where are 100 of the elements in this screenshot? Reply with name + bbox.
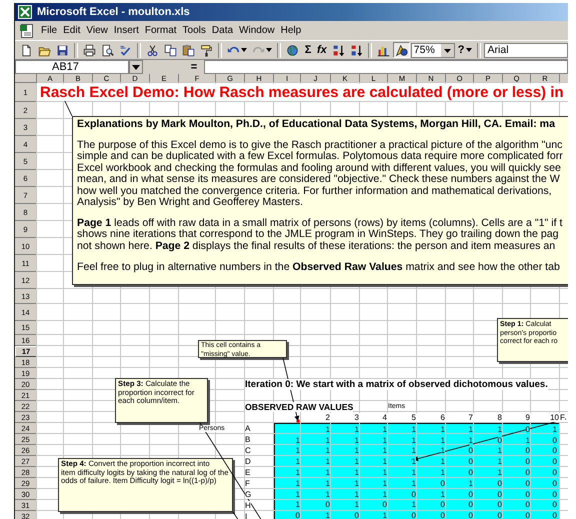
matrix-value[interactable]: 1 (326, 490, 330, 499)
matrix-value[interactable]: 1 (382, 468, 387, 477)
matrix-value[interactable]: 1 (440, 457, 445, 466)
matrix-value[interactable]: 0 (468, 468, 473, 477)
matrix-value[interactable]: 0 (552, 468, 557, 477)
menu-item[interactable]: File (38, 23, 60, 38)
matrix-value[interactable]: 1 (354, 500, 359, 510)
matrix-value[interactable]: 1 (382, 457, 387, 466)
equals-sign[interactable]: = (187, 60, 201, 74)
menu-item[interactable]: Insert (110, 23, 142, 38)
select-all-corner[interactable] (15, 74, 37, 83)
matrix-value[interactable]: 1 (296, 490, 300, 499)
matrix-value[interactable]: 0 (440, 500, 445, 510)
matrix-value[interactable]: 1 (498, 424, 502, 434)
matrix-value[interactable]: 1 (412, 468, 416, 477)
menu-item[interactable]: View (83, 23, 111, 38)
matrix-value[interactable]: 0 (526, 446, 530, 456)
matrix-value[interactable]: 1 (326, 511, 330, 519)
matrix-value[interactable]: 0 (326, 500, 330, 510)
matrix-value[interactable]: 1 (526, 436, 530, 445)
menu-item[interactable]: Format (142, 23, 180, 38)
matrix-value[interactable]: 1 (296, 436, 300, 445)
matrix-value[interactable]: 0 (468, 490, 473, 499)
matrix-value[interactable]: 0 (468, 500, 473, 510)
workbook-icon[interactable] (19, 22, 35, 38)
print-button[interactable] (81, 42, 98, 58)
matrix-value[interactable]: 1 (382, 436, 387, 445)
matrix-value[interactable]: 1 (468, 478, 473, 488)
matrix-value[interactable]: 1 (326, 457, 330, 466)
matrix-value[interactable]: 1 (412, 446, 416, 456)
matrix-value[interactable]: 1 (412, 457, 416, 466)
matrix-value[interactable]: 1 (326, 436, 330, 445)
matrix-value[interactable]: 1 (354, 457, 359, 466)
menu-item[interactable]: Help (278, 23, 304, 38)
matrix-value[interactable]: 1 (498, 446, 502, 456)
matrix-value[interactable]: 1 (382, 490, 387, 499)
matrix-value[interactable]: 1 (412, 500, 416, 510)
matrix-value[interactable]: 0 (552, 478, 557, 488)
matrix-value[interactable]: 1 (326, 468, 330, 477)
matrix-value[interactable]: 0 (552, 446, 557, 456)
matrix-value[interactable]: 0 (526, 468, 530, 477)
menu-item[interactable]: Edit (60, 23, 84, 38)
matrix-value[interactable]: 0 (498, 490, 502, 499)
matrix-value[interactable]: 1 (296, 478, 300, 488)
name-box[interactable]: AB17 (15, 60, 129, 74)
matrix-value[interactable]: 1 (326, 446, 330, 456)
matrix-value[interactable]: 0 (412, 511, 416, 519)
matrix-value[interactable]: 0 (440, 478, 445, 488)
matrix-value[interactable]: 0 (498, 511, 502, 519)
matrix-value[interactable]: 0 (526, 424, 530, 434)
matrix-value[interactable]: 1 (354, 446, 359, 456)
matrix-value[interactable]: 1 (296, 500, 300, 510)
matrix-value[interactable]: 1 (354, 490, 359, 499)
matrix-value[interactable]: 0 (552, 511, 557, 519)
matrix-value[interactable]: 0 (552, 457, 557, 466)
matrix-value[interactable]: 0 (498, 478, 502, 488)
matrix-value[interactable]: 0 (440, 511, 445, 519)
menu-item[interactable]: Window (236, 23, 278, 38)
matrix-value[interactable]: 1 (382, 446, 387, 456)
matrix-value[interactable]: 1 (412, 478, 416, 488)
caret-icon[interactable] (466, 48, 472, 52)
matrix-value[interactable]: 0 (526, 500, 530, 510)
matrix-value[interactable]: 1 (354, 468, 359, 477)
matrix-value[interactable]: 0 (498, 436, 502, 445)
matrix-value[interactable]: 1 (498, 468, 502, 477)
formula-input[interactable] (204, 60, 568, 74)
matrix-value[interactable]: 1 (354, 436, 359, 445)
matrix-value[interactable]: 0 (468, 446, 473, 456)
matrix-value[interactable]: 1 (326, 424, 330, 434)
menu-item[interactable]: Tools (180, 23, 209, 38)
function-button[interactable]: fx (315, 42, 329, 58)
matrix-value[interactable]: 1 (440, 424, 445, 434)
matrix-value[interactable]: 0 (526, 457, 530, 466)
font-name-field[interactable]: Arial (484, 42, 568, 58)
matrix-value[interactable]: 1 (440, 436, 445, 445)
matrix-value[interactable]: 0 (552, 436, 557, 445)
matrix-value[interactable]: 0 (526, 490, 530, 499)
matrix-value[interactable]: 1 (440, 490, 445, 499)
matrix-value[interactable]: 0 (498, 500, 502, 510)
dropdown-arrow-icon[interactable] (132, 64, 140, 70)
caret-icon[interactable] (241, 48, 247, 52)
matrix-value[interactable]: 0 (552, 500, 557, 510)
matrix-value[interactable]: 1 (354, 478, 359, 488)
matrix-value[interactable]: 1 (296, 468, 300, 477)
paste-button[interactable] (180, 42, 197, 58)
matrix-value[interactable]: 0 (296, 511, 300, 519)
matrix-value[interactable]: 1 (412, 424, 416, 434)
matrix-value[interactable]: 1 (468, 436, 473, 445)
copy-button[interactable] (162, 42, 179, 58)
help-button[interactable]: ? (456, 42, 474, 58)
matrix-value[interactable]: 1 (354, 424, 359, 434)
matrix-value[interactable]: 1 (498, 457, 502, 466)
sum-button[interactable]: Σ (302, 42, 314, 58)
zoom-field[interactable]: 75% (410, 42, 455, 58)
matrix-value[interactable]: 0 (526, 511, 530, 519)
format-painter-button[interactable] (198, 42, 215, 58)
matrix-value[interactable]: 1 (326, 478, 330, 488)
matrix-value[interactable]: 0 (526, 478, 530, 488)
matrix-value[interactable]: 1 (296, 457, 300, 466)
drawing-button[interactable] (392, 42, 410, 58)
